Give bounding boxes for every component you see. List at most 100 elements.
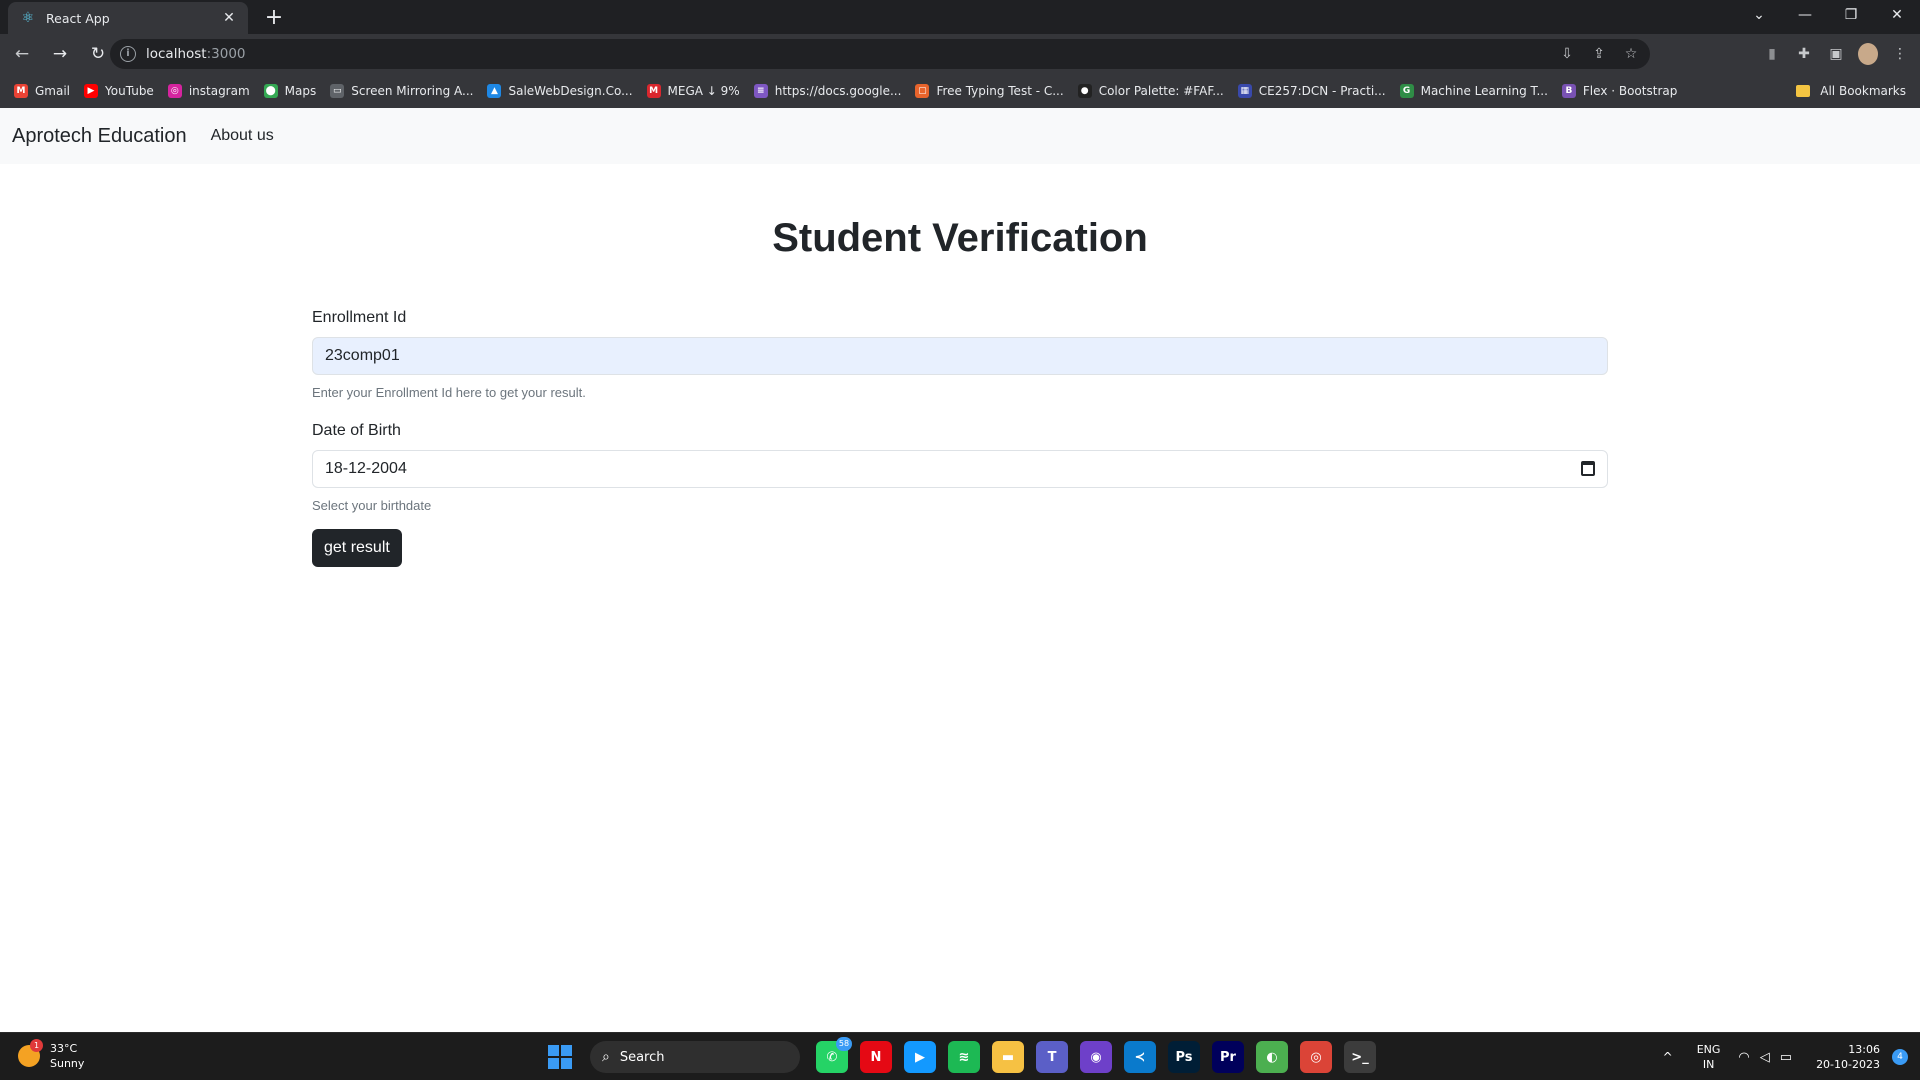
terminal-icon[interactable]: >_: [1344, 1041, 1376, 1073]
teams-icon[interactable]: T: [1036, 1041, 1068, 1073]
bookmark-label: Screen Mirroring A...: [351, 84, 474, 98]
lang-bottom: IN: [1702, 1058, 1715, 1071]
dob-help: Select your birthdate: [312, 498, 432, 513]
tray-chevron-icon[interactable]: ^: [1663, 1050, 1673, 1064]
side-panel-icon[interactable]: ▣: [1826, 46, 1846, 62]
bookmark-favicon-icon: B: [1561, 84, 1576, 98]
tab-search-icon[interactable]: ⌄: [1736, 0, 1782, 30]
browser-tab[interactable]: ⚛ React App ✕: [8, 2, 248, 34]
enrollment-value: 23comp01: [325, 347, 400, 364]
github-desktop-icon[interactable]: ◉: [1080, 1041, 1112, 1073]
spotify-icon-glyph: ≋: [958, 1049, 970, 1065]
bookmark-label: Free Typing Test - C...: [936, 84, 1064, 98]
bookmark-favicon-icon: ▶: [84, 84, 99, 98]
bookmark-label: YouTube: [105, 84, 154, 98]
bookmark-item[interactable]: B Flex · Bootstrap: [1561, 84, 1678, 98]
address-bar[interactable]: i localhost :3000 ⇩ ⇪ ☆: [110, 39, 1650, 69]
bookmark-label: instagram: [188, 84, 250, 98]
share-icon[interactable]: ⇪: [1590, 46, 1608, 62]
weather-widget[interactable]: 1 33°C Sunny: [18, 1039, 84, 1071]
bookmark-favicon-icon: ▭: [330, 84, 345, 98]
notification-badge[interactable]: 4: [1892, 1049, 1908, 1065]
search-label: Search: [619, 1049, 665, 1065]
bookmark-label: Flex · Bootstrap: [1582, 84, 1678, 98]
profile-avatar[interactable]: [1858, 43, 1878, 65]
bookmark-item[interactable]: G Machine Learning T...: [1399, 84, 1548, 98]
bookmark-label: SaleWebDesign.Co...: [508, 84, 633, 98]
back-icon[interactable]: ←: [6, 38, 38, 70]
new-tab-button[interactable]: +: [260, 4, 288, 32]
page-title: Student Verification: [772, 216, 1148, 260]
url-port: :3000: [206, 46, 246, 62]
extensions-puzzle-icon[interactable]: ✚: [1794, 46, 1814, 62]
nav-link-about[interactable]: About us: [211, 127, 274, 145]
navbar-brand[interactable]: Aprotech Education: [12, 125, 187, 148]
bookmark-item[interactable]: ▲ SaleWebDesign.Co...: [487, 84, 633, 98]
windows-start-icon[interactable]: [548, 1045, 572, 1069]
language-indicator[interactable]: ENG IN: [1697, 1042, 1721, 1072]
bookmark-item[interactable]: ● Color Palette: #FAF...: [1077, 84, 1224, 98]
enrollment-help: Enter your Enrollment Id here to get you…: [312, 385, 586, 400]
file-explorer-icon[interactable]: ▬: [992, 1041, 1024, 1073]
app-badge: 58: [836, 1037, 852, 1051]
bookmark-item[interactable]: M Gmail: [14, 84, 70, 98]
close-tab-icon[interactable]: ✕: [220, 10, 238, 26]
dob-input[interactable]: 18-12-2004: [312, 450, 1608, 488]
photoshop-icon[interactable]: Ps: [1168, 1041, 1200, 1073]
bookmark-item[interactable]: ▶ YouTube: [84, 84, 154, 98]
extension-icon[interactable]: ▮: [1762, 46, 1782, 62]
bookmark-item[interactable]: M MEGA ↓ 9%: [646, 84, 740, 98]
calendar-icon[interactable]: [1581, 461, 1595, 476]
site-info-icon[interactable]: i: [120, 46, 136, 62]
premiere-icon[interactable]: Pr: [1212, 1041, 1244, 1073]
taskbar-search[interactable]: ⌕ Search: [590, 1041, 800, 1073]
chrome-icon[interactable]: ◎: [1300, 1041, 1332, 1073]
window-controls: ⌄ — ❐ ✕: [1736, 0, 1920, 30]
bookmark-star-icon[interactable]: ☆: [1622, 46, 1640, 62]
bookmark-item[interactable]: ▢ Free Typing Test - C...: [915, 84, 1064, 98]
chrome-icon-glyph: ◎: [1310, 1049, 1322, 1065]
clock-time: 13:06: [1848, 1043, 1880, 1056]
spotify-icon[interactable]: ≋: [948, 1041, 980, 1073]
bookmark-label: Maps: [284, 84, 317, 98]
bookmark-favicon-icon: ≡: [753, 84, 768, 98]
bookmarks-bar: M Gmail ▶ YouTube ◎ instagram ⬤ Maps ▭ Screen Mir…: [0, 74, 1920, 108]
bookmark-item[interactable]: ▭ Screen Mirroring A...: [330, 84, 473, 98]
clock-date: 20-10-2023: [1816, 1058, 1880, 1071]
terminal-icon-glyph: >_: [1351, 1049, 1369, 1065]
all-bookmarks-button[interactable]: All Bookmarks: [1796, 74, 1906, 108]
prime-video-icon[interactable]: ▶: [904, 1041, 936, 1073]
get-result-button[interactable]: get result: [312, 529, 402, 567]
bookmark-favicon-icon: G: [1399, 84, 1414, 98]
browser-icon-glyph: ◐: [1266, 1049, 1278, 1065]
minimize-button[interactable]: —: [1782, 0, 1828, 30]
tray-status-icons[interactable]: ◠ ◁ ▭: [1738, 1050, 1792, 1065]
browser-icon[interactable]: ◐: [1256, 1041, 1288, 1073]
wifi-icon: ◠: [1738, 1049, 1750, 1065]
bookmark-favicon-icon: ⬤: [263, 84, 278, 98]
forward-icon[interactable]: →: [44, 38, 76, 70]
bookmark-item[interactable]: ≡ https://docs.google...: [753, 84, 901, 98]
restore-button[interactable]: ❐: [1828, 0, 1874, 30]
install-app-icon[interactable]: ⇩: [1558, 46, 1576, 62]
bookmark-item[interactable]: ▦ CE257:DCN - Practi...: [1237, 84, 1386, 98]
bookmark-label: Gmail: [35, 84, 71, 98]
premiere-icon-glyph: Pr: [1220, 1049, 1236, 1065]
clock[interactable]: 13:06 20-10-2023: [1816, 1042, 1880, 1072]
bookmark-favicon-icon: ▢: [915, 84, 930, 98]
prime-video-icon-glyph: ▶: [915, 1049, 925, 1065]
vscode-icon[interactable]: ≺: [1124, 1041, 1156, 1073]
file-explorer-icon-glyph: ▬: [1001, 1049, 1015, 1065]
bookmark-label: Machine Learning T...: [1420, 84, 1548, 98]
whatsapp-icon[interactable]: ✆ 58: [816, 1037, 852, 1073]
bookmark-item[interactable]: ⬤ Maps: [263, 84, 317, 98]
close-window-button[interactable]: ✕: [1874, 0, 1920, 30]
netflix-icon[interactable]: N: [860, 1041, 892, 1073]
bookmark-item[interactable]: ◎ instagram: [167, 84, 250, 98]
weather-badge: 1: [30, 1039, 43, 1052]
vscode-icon-glyph: ≺: [1134, 1049, 1146, 1065]
menu-kebab-icon[interactable]: ⋮: [1890, 46, 1910, 62]
enrollment-input[interactable]: 23comp01: [312, 337, 1608, 375]
bookmark-favicon-icon: M: [646, 84, 661, 98]
dob-value: 18-12-2004: [325, 460, 407, 477]
